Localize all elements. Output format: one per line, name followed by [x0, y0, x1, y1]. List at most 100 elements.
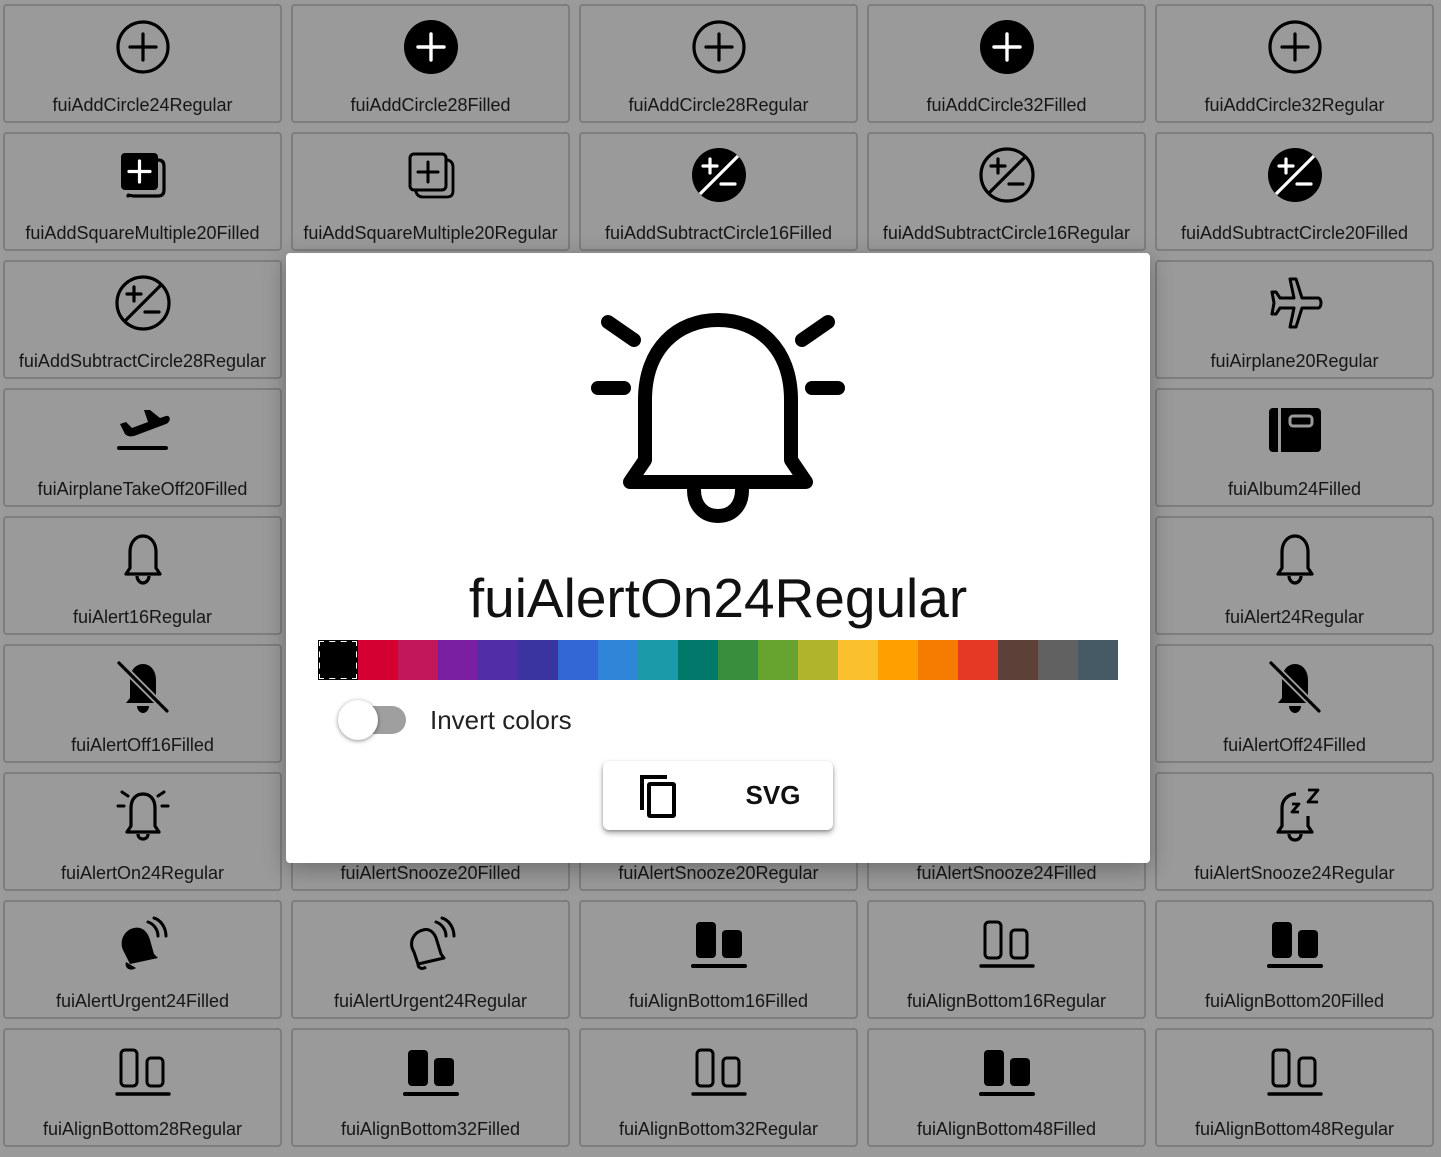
color-swatch[interactable]	[958, 640, 998, 680]
icon-tile[interactable]: fuiAddSubtractCircle16Filled	[579, 132, 858, 251]
color-swatch[interactable]	[718, 640, 758, 680]
icon-tile-label: fuiAddCircle28Regular	[628, 95, 809, 115]
icon-tile-label: fuiAlertSnooze24Regular	[1194, 863, 1395, 883]
icon-tile[interactable]: fuiAlignBottom48Regular	[1155, 1028, 1434, 1147]
copy-icon	[640, 775, 676, 818]
color-swatch[interactable]	[598, 640, 638, 680]
icon-tile-label: fuiAlignBottom48Regular	[1194, 1119, 1395, 1139]
color-swatch[interactable]	[518, 640, 558, 680]
icon-tile[interactable]: fuiAddCircle32Regular	[1155, 4, 1434, 123]
icon-tile-label: fuiAddSubtractCircle20Filled	[1180, 223, 1409, 243]
icon-tile-label: fuiAddCircle32Regular	[1204, 95, 1385, 115]
color-swatch[interactable]	[678, 640, 718, 680]
icon-tile[interactable]: fuiAddSubtractCircle20Filled	[1155, 132, 1434, 251]
icon-tile-label: fuiAlertSnooze24Filled	[916, 863, 1097, 883]
icon-tile[interactable]: fuiAlert16Regular	[3, 516, 282, 635]
icon-tile[interactable]: fuiAlertUrgent24Regular	[291, 900, 570, 1019]
color-swatch[interactable]	[758, 640, 798, 680]
dialog-title: fuiAlertOn24Regular	[468, 567, 968, 629]
album-icon	[1266, 402, 1324, 460]
icon-tile[interactable]: fuiAddSquareMultiple20Regular	[291, 132, 570, 251]
icon-tile-label: fuiAlignBottom48Filled	[916, 1119, 1097, 1139]
icon-tile[interactable]: fuiAddSubtractCircle28Regular	[3, 260, 282, 379]
add-square-multiple-regular-icon	[402, 146, 460, 204]
add-circle-filled-icon	[402, 18, 460, 76]
color-swatch[interactable]	[918, 640, 958, 680]
icon-tile-label: fuiAddSubtractCircle16Regular	[882, 223, 1131, 243]
icon-tile[interactable]: fuiAlignBottom16Regular	[867, 900, 1146, 1019]
alert-urgent-filled-icon	[114, 914, 172, 972]
add-square-multiple-filled-icon	[114, 146, 172, 204]
color-swatch[interactable]	[798, 640, 838, 680]
bell-icon	[1266, 530, 1324, 588]
color-swatch[interactable]	[558, 640, 598, 680]
color-swatch[interactable]	[398, 640, 438, 680]
icon-tile-label: fuiAlignBottom16Filled	[628, 991, 809, 1011]
icon-tile[interactable]: fuiAddSquareMultiple20Filled	[3, 132, 282, 251]
align-bottom-filled-icon	[690, 914, 748, 972]
align-bottom-filled-icon	[1266, 914, 1324, 972]
icon-tile-label: fuiAlert24Regular	[1224, 607, 1365, 627]
icon-tile[interactable]: fuiAlignBottom32Regular	[579, 1028, 858, 1147]
color-swatch[interactable]	[1038, 640, 1078, 680]
align-bottom-filled-icon	[978, 1042, 1036, 1100]
icon-tile-label: fuiAddCircle28Filled	[350, 95, 511, 115]
icon-tile-label: fuiAlertSnooze20Regular	[618, 863, 819, 883]
color-swatch[interactable]	[478, 640, 518, 680]
icon-tile[interactable]: fuiAddCircle32Filled	[867, 4, 1146, 123]
icon-tile[interactable]: fuiAlertUrgent24Filled	[3, 900, 282, 1019]
icon-tile[interactable]: fuiAlbum24Filled	[1155, 388, 1434, 507]
icon-tile[interactable]: fuiAirplaneTakeOff20Filled	[3, 388, 282, 507]
icon-tile-label: fuiAlbum24Filled	[1227, 479, 1362, 499]
icon-tile[interactable]: fuiAlignBottom20Filled	[1155, 900, 1434, 1019]
icon-tile-label: fuiAirplane20Regular	[1210, 351, 1379, 371]
align-bottom-regular-icon	[114, 1042, 172, 1100]
add-subtract-circle-regular-icon	[114, 274, 172, 332]
icon-tile[interactable]: fuiAlertOff16Filled	[3, 644, 282, 763]
icon-tile[interactable]: fuiAlignBottom16Filled	[579, 900, 858, 1019]
icon-tile[interactable]: fuiAlertSnooze24Regular	[1155, 772, 1434, 891]
align-bottom-filled-icon	[402, 1042, 460, 1100]
icon-tile-label: fuiAlertOn24Regular	[60, 863, 225, 883]
copy-button[interactable]	[603, 761, 713, 830]
add-circle-regular-icon	[690, 18, 748, 76]
color-swatch[interactable]	[638, 640, 678, 680]
bell-icon	[114, 530, 172, 588]
invert-colors-label: Invert colors	[430, 705, 572, 735]
icon-tile[interactable]: fuiAddCircle28Regular	[579, 4, 858, 123]
bell-ringing-icon	[114, 786, 172, 844]
color-swatch[interactable]	[438, 640, 478, 680]
export-button-group: SVG	[603, 761, 833, 830]
alert-urgent-regular-icon	[402, 914, 460, 972]
color-swatch[interactable]	[878, 640, 918, 680]
icon-tile[interactable]: fuiAlignBottom28Regular	[3, 1028, 282, 1147]
add-subtract-circle-filled-icon	[1266, 146, 1324, 204]
icon-tile[interactable]: fuiAlignBottom48Filled	[867, 1028, 1146, 1147]
color-swatch[interactable]	[838, 640, 878, 680]
icon-tile[interactable]: fuiAlertOn24Regular	[3, 772, 282, 891]
align-bottom-regular-icon	[1266, 1042, 1324, 1100]
airplane-takeoff-icon	[114, 402, 172, 460]
bell-snooze-icon	[1266, 786, 1324, 844]
icon-tile[interactable]: fuiAlert24Regular	[1155, 516, 1434, 635]
invert-colors-toggle-knob[interactable]	[338, 700, 378, 740]
icon-tile-label: fuiAddSquareMultiple20Regular	[303, 223, 558, 243]
color-swatch[interactable]	[998, 640, 1038, 680]
align-bottom-regular-icon	[978, 914, 1036, 972]
svg-button[interactable]: SVG	[713, 761, 833, 830]
icon-tile-label: fuiAddSquareMultiple20Filled	[25, 223, 260, 243]
icon-tile[interactable]: fuiAddCircle24Regular	[3, 4, 282, 123]
icon-tile-label: fuiAirplaneTakeOff20Filled	[37, 479, 248, 499]
color-swatch[interactable]	[1078, 640, 1118, 680]
icon-tile[interactable]: fuiAddSubtractCircle16Regular	[867, 132, 1146, 251]
icon-tile[interactable]: fuiAirplane20Regular	[1155, 260, 1434, 379]
icon-tile[interactable]: fuiAlertOff24Filled	[1155, 644, 1434, 763]
color-swatch[interactable]	[318, 640, 358, 680]
bell-off-icon	[114, 658, 172, 716]
icon-tile[interactable]: fuiAlignBottom32Filled	[291, 1028, 570, 1147]
icon-tile-label: fuiAddCircle32Filled	[926, 95, 1087, 115]
color-swatch[interactable]	[358, 640, 398, 680]
icon-tile-label: fuiAddSubtractCircle16Filled	[604, 223, 833, 243]
icon-tile[interactable]: fuiAddCircle28Filled	[291, 4, 570, 123]
add-subtract-circle-regular-icon	[978, 146, 1036, 204]
